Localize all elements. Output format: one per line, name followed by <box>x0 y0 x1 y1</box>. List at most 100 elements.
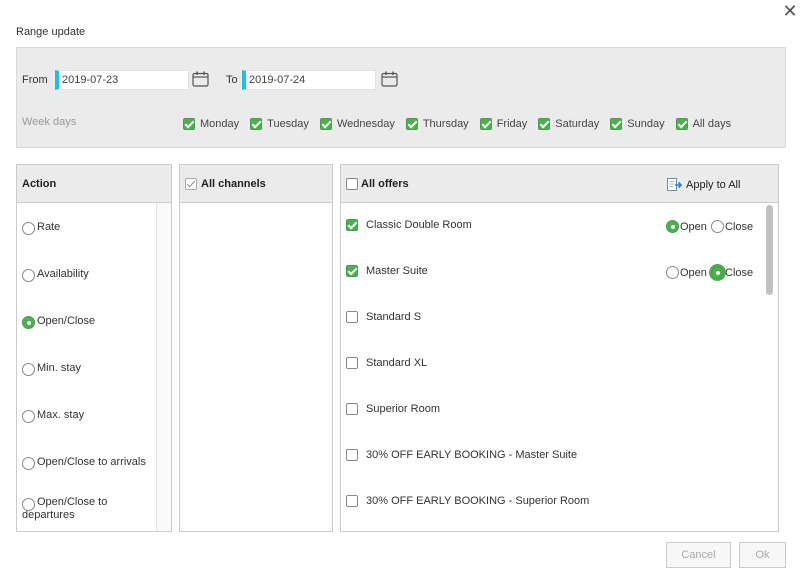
channels-panel: All channels <box>179 164 333 532</box>
radio-icon[interactable] <box>711 220 724 233</box>
offer-label: 30% OFF EARLY BOOKING - Master Suite <box>366 449 578 461</box>
weekday-label: Sunday <box>627 118 665 130</box>
radio-icon[interactable] <box>22 222 35 235</box>
weekday-monday[interactable]: Monday <box>183 118 239 130</box>
checkbox-icon[interactable] <box>610 118 623 130</box>
radio-icon[interactable] <box>22 410 35 423</box>
open-label: Open <box>680 220 707 233</box>
action-label: Open/Close to departures <box>22 496 108 521</box>
action-label: Open/Close to arrivals <box>37 456 146 468</box>
offer-label: Classic Double Room <box>366 219 472 231</box>
offer-open-option[interactable]: Open <box>666 266 707 279</box>
offer-row[interactable]: Master Suite <box>346 265 428 277</box>
weekday-saturday[interactable]: Saturday <box>538 118 599 130</box>
weekday-checkbox-group: Monday Tuesday Wednesday Thursday Friday… <box>183 118 742 130</box>
close-label: Close <box>725 266 754 279</box>
dialog-title: Range update <box>16 26 86 38</box>
radio-icon[interactable] <box>666 220 679 233</box>
ok-button[interactable]: Ok <box>739 542 786 568</box>
checkbox-icon[interactable] <box>405 118 418 130</box>
action-list: Rate Availability Open/Close Min. stay M… <box>17 203 157 531</box>
weekday-thursday[interactable]: Thursday <box>405 118 469 130</box>
action-open-close[interactable]: Open/Close <box>22 315 95 329</box>
all-channels-toggle[interactable]: All channels <box>185 178 266 190</box>
weekday-tuesday[interactable]: Tuesday <box>250 118 309 130</box>
action-min-stay[interactable]: Min. stay <box>22 362 81 376</box>
checkbox-icon[interactable] <box>250 118 263 130</box>
offers-panel-header: All offers Apply to All <box>341 165 778 203</box>
radio-icon[interactable] <box>22 498 35 511</box>
offer-row[interactable]: 30% OFF EARLY BOOKING - Superior Room <box>346 495 589 507</box>
apply-icon <box>667 178 682 191</box>
checkbox-icon[interactable] <box>346 403 358 415</box>
offer-row[interactable]: Classic Double Room <box>346 219 472 231</box>
offer-open-option[interactable]: Open <box>666 220 707 233</box>
radio-icon[interactable] <box>22 363 35 376</box>
close-icon[interactable]: ✕ <box>781 2 799 20</box>
all-offers-label: All offers <box>361 178 409 190</box>
checkbox-icon[interactable] <box>183 118 195 130</box>
checkbox-icon[interactable] <box>538 118 551 130</box>
action-rate[interactable]: Rate <box>22 221 60 235</box>
checkbox-icon[interactable] <box>346 449 358 461</box>
cancel-button[interactable]: Cancel <box>666 542 731 568</box>
action-label: Availability <box>37 268 89 280</box>
calendar-icon[interactable] <box>381 71 398 87</box>
checkbox-icon[interactable] <box>675 118 688 130</box>
weekday-sunday[interactable]: Sunday <box>610 118 665 130</box>
radio-icon[interactable] <box>22 269 35 282</box>
action-availability[interactable]: Availability <box>22 268 89 282</box>
checkbox-icon[interactable] <box>346 311 358 323</box>
action-label: Max. stay <box>37 409 85 421</box>
weekday-friday[interactable]: Friday <box>479 118 527 130</box>
weekday-label: All days <box>692 118 732 130</box>
weekday-label: Thursday <box>422 118 469 130</box>
all-offers-toggle[interactable]: All offers <box>346 178 409 190</box>
offer-label: Standard S <box>366 311 422 323</box>
action-open-close-departures[interactable]: Open/Close to departures <box>22 496 122 522</box>
weekday-label: Saturday <box>555 118 600 130</box>
offers-scrollbar-thumb[interactable] <box>766 205 773 295</box>
checkbox-icon[interactable] <box>346 357 358 369</box>
offer-row[interactable]: Standard XL <box>346 357 427 369</box>
radio-icon[interactable] <box>666 266 679 279</box>
radio-icon[interactable] <box>22 316 35 329</box>
checkbox-icon[interactable] <box>479 118 492 130</box>
close-label: Close <box>725 220 754 233</box>
open-label: Open <box>680 266 707 279</box>
checkbox-icon[interactable] <box>346 495 358 507</box>
weekdays-label: Week days <box>22 116 77 128</box>
radio-icon[interactable] <box>22 457 35 470</box>
weekday-wednesday[interactable]: Wednesday <box>319 118 395 130</box>
action-label: Open/Close <box>37 315 96 327</box>
offer-close-option[interactable]: Close <box>711 266 753 279</box>
checkbox-icon[interactable] <box>346 219 358 231</box>
action-max-stay[interactable]: Max. stay <box>22 409 84 423</box>
weekday-label: Wednesday <box>336 118 395 130</box>
checkbox-icon[interactable] <box>185 178 197 190</box>
action-label: Rate <box>37 221 61 233</box>
apply-to-all-label: Apply to All <box>686 179 741 191</box>
action-scrollbar[interactable] <box>156 203 171 531</box>
offers-panel: All offers Apply to All Classic Double R… <box>340 164 779 532</box>
from-date-input[interactable]: 2019-07-23 <box>55 70 189 90</box>
calendar-icon[interactable] <box>192 71 209 87</box>
from-label: From <box>22 74 48 86</box>
checkbox-icon[interactable] <box>346 265 358 277</box>
offer-label: Superior Room <box>366 403 440 415</box>
offer-row[interactable]: Standard S <box>346 311 421 323</box>
checkbox-icon[interactable] <box>346 178 358 190</box>
offer-close-option[interactable]: Close <box>711 220 753 233</box>
action-panel: Action Rate Availability Open/Close Min.… <box>16 164 172 532</box>
to-date-input[interactable]: 2019-07-24 <box>242 70 376 90</box>
offer-label: 30% OFF EARLY BOOKING - Superior Room <box>366 495 590 507</box>
apply-to-all-button[interactable]: Apply to All <box>666 177 740 193</box>
action-panel-header: Action <box>17 165 171 203</box>
offer-row[interactable]: Superior Room <box>346 403 440 415</box>
offer-row[interactable]: 30% OFF EARLY BOOKING - Master Suite <box>346 449 577 461</box>
radio-icon[interactable] <box>711 266 724 279</box>
to-label: To <box>226 74 238 86</box>
weekday-all-days[interactable]: All days <box>675 118 732 130</box>
checkbox-icon[interactable] <box>319 118 332 130</box>
action-open-close-arrivals[interactable]: Open/Close to arrivals <box>22 456 146 470</box>
